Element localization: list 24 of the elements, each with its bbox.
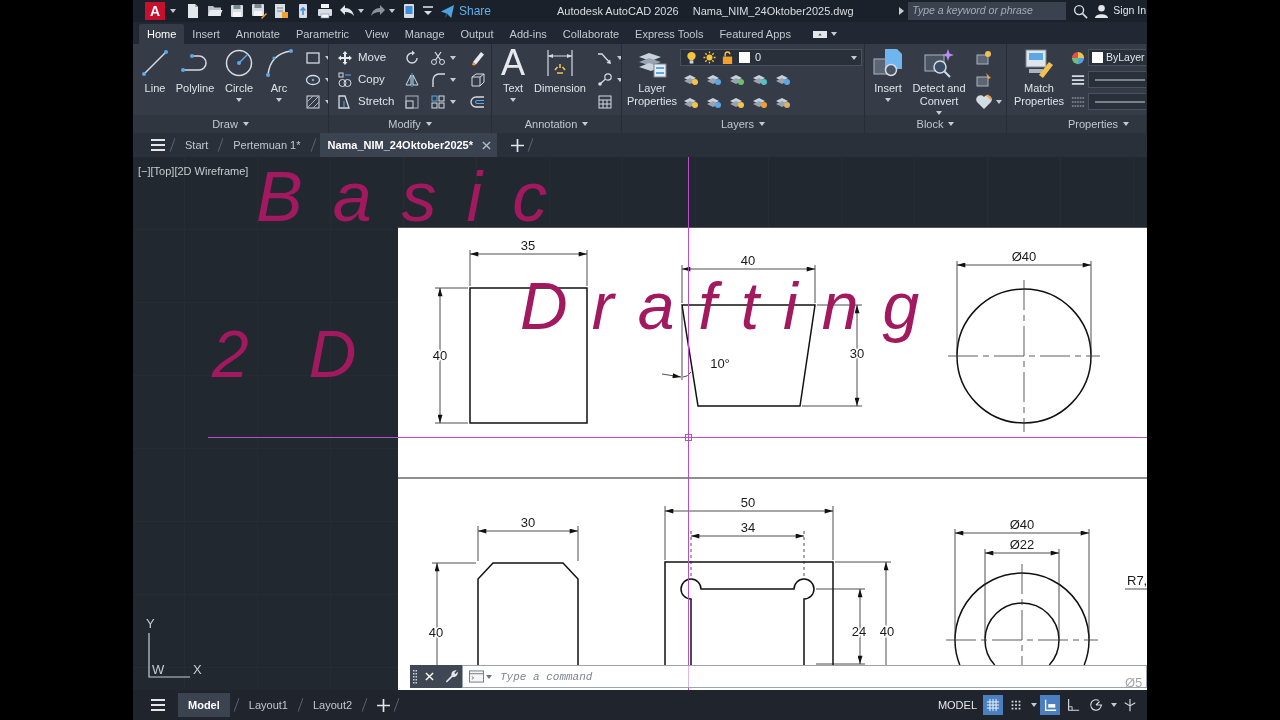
dimension-label: Ø22	[1009, 537, 1035, 552]
dimension-label: 10°	[710, 356, 730, 371]
dimension-label: 40	[879, 624, 895, 639]
dimension-label: 30	[520, 515, 536, 530]
dimension-label: 24	[851, 624, 867, 639]
axis-label: W	[152, 662, 165, 677]
axis-label: X	[193, 662, 202, 677]
dimension-label: 50	[740, 495, 756, 510]
dimension-label: Ø40	[1011, 249, 1037, 264]
dimension-label: R7,	[1127, 573, 1147, 588]
dimension-label: 40	[428, 625, 444, 640]
app-title: Autodesk AutoCAD 2026	[557, 3, 679, 19]
handwritten-text: Basic	[256, 158, 578, 237]
dimension-label: Ø40	[1009, 517, 1035, 532]
dimension-label: 40	[740, 253, 756, 268]
dimension-label: Ø5	[1125, 675, 1143, 690]
handwritten-text: 2D	[212, 318, 417, 392]
dimension-label: 35	[520, 238, 536, 253]
dimension-label: 30	[849, 346, 865, 361]
dimension-label: 34	[740, 520, 756, 535]
axis-label: Y	[146, 616, 155, 631]
file-name: Nama_NIM_24Oktober2025.dwg	[692, 3, 854, 19]
letter-a-icon: A	[501, 48, 525, 78]
dimension-label: 40	[432, 348, 448, 363]
